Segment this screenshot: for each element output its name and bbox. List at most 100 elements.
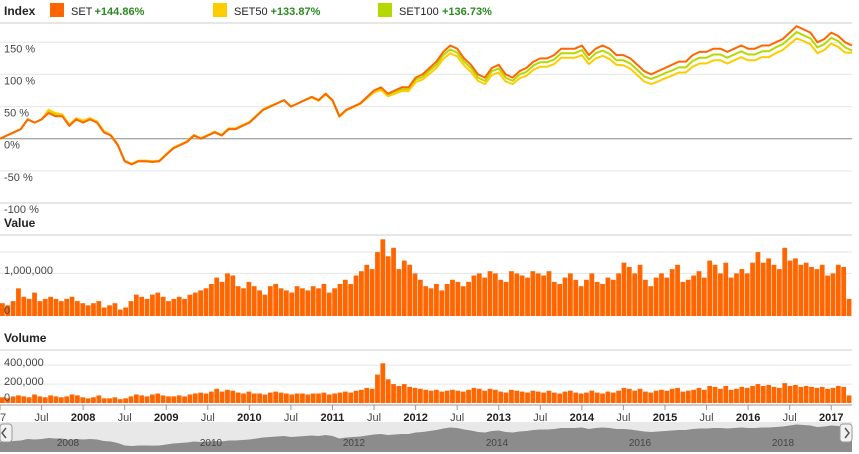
value-bar	[123, 307, 129, 316]
value-bar	[659, 273, 664, 316]
value-bar	[605, 277, 611, 316]
navigator-left-handle[interactable]	[0, 423, 13, 443]
volume-bar	[691, 389, 697, 404]
volume-bar	[48, 395, 53, 403]
value-bar	[198, 290, 204, 316]
value-bar	[519, 275, 525, 316]
volume-bar	[605, 391, 611, 403]
value-bar	[294, 286, 300, 316]
stock-index-chart: Index SET +144.86% SET50 +133.87% SET100 +136…	[0, 3, 853, 452]
value-bar	[284, 290, 289, 316]
volume-bar	[385, 379, 391, 403]
value-bar	[450, 279, 455, 316]
volume-bar	[503, 392, 509, 403]
value-bar	[128, 301, 134, 316]
value-bar	[101, 307, 107, 316]
value-bar	[412, 273, 418, 316]
index-panel: Index SET +144.86% SET50 +133.87% SET100 +136…	[0, 3, 853, 216]
value-bar	[530, 271, 536, 316]
volume-bar	[648, 392, 654, 403]
volume-bar	[803, 386, 809, 403]
volume-bar	[734, 388, 739, 403]
volume-bar	[616, 390, 621, 403]
value-bar	[96, 301, 102, 316]
volume-bar	[380, 363, 386, 404]
value-title: Value	[4, 216, 36, 230]
value-bar	[150, 294, 155, 316]
volume-bar	[284, 393, 289, 403]
volume-title: Volume	[4, 331, 47, 345]
value-bar	[401, 260, 407, 316]
value-bar	[310, 286, 316, 316]
volume-bar	[26, 397, 32, 403]
value-bar	[482, 277, 488, 316]
index-tick-3: 0%	[4, 140, 20, 152]
value-bar	[348, 284, 354, 316]
value-bar	[664, 277, 670, 316]
volume-bar	[289, 394, 295, 403]
legend-label-1[interactable]: SET50	[234, 6, 268, 18]
volume-tick-400k: 400,000	[4, 357, 44, 369]
legend-label-2[interactable]: SET100	[399, 6, 439, 18]
value-bar	[825, 275, 830, 316]
volume-bar	[423, 389, 429, 404]
value-bar	[241, 288, 246, 316]
volume-bar	[214, 388, 220, 403]
value-bar	[337, 284, 343, 316]
value-bar	[262, 294, 268, 316]
volume-bar	[96, 395, 102, 403]
index-line-set100	[0, 31, 853, 166]
volume-bar	[300, 393, 305, 403]
value-bar	[225, 273, 230, 316]
volume-bar	[123, 398, 129, 403]
volume-bar	[471, 387, 477, 403]
value-bar	[187, 294, 193, 316]
value-bar	[680, 281, 686, 316]
legend-swatch-2	[378, 3, 392, 17]
volume-bar	[814, 387, 820, 403]
value-bar	[776, 269, 782, 316]
volume-bar	[64, 396, 70, 403]
volume-bar	[819, 386, 825, 403]
volume-bar	[760, 386, 766, 403]
value-bar	[42, 298, 48, 316]
volume-bar	[80, 397, 86, 403]
value-bar	[267, 286, 273, 316]
volume-bar	[305, 394, 311, 403]
volume-bar	[407, 386, 413, 403]
volume-bar	[487, 388, 493, 403]
volume-bar	[128, 396, 134, 403]
value-bar	[835, 264, 841, 316]
volume-bar	[85, 398, 91, 403]
value-bar	[509, 271, 514, 316]
navigator[interactable]: 2008 2010 2012 2014 2016 2018	[0, 422, 853, 452]
value-bar	[557, 284, 563, 316]
value-bar	[760, 262, 766, 316]
value-bar	[155, 292, 161, 316]
value-bar	[428, 288, 434, 316]
volume-panel: Volume 400,000 200,000 0	[0, 331, 852, 404]
volume-bar	[332, 393, 337, 403]
value-bar	[353, 275, 359, 316]
volume-bar	[166, 396, 171, 403]
legend-label-0[interactable]: SET	[71, 6, 93, 18]
volume-bar	[375, 374, 380, 403]
value-bar	[21, 296, 27, 316]
volume-bar	[37, 396, 43, 403]
x-axis-labels: 07Jul2008Jul2009Jul2010Jul2011Jul2012Jul…	[0, 405, 843, 424]
navigator-label-3: 2014	[486, 438, 509, 449]
value-bar	[455, 281, 461, 316]
volume-bar	[176, 395, 182, 403]
value-bar	[192, 292, 198, 316]
value-bar	[471, 275, 477, 316]
volume-bar	[771, 386, 777, 403]
navigator-right-handle[interactable]	[839, 423, 853, 443]
value-bar	[589, 273, 595, 316]
volume-bar	[257, 393, 262, 403]
value-bar	[787, 260, 793, 316]
legend-change-2: +136.73%	[442, 6, 492, 18]
volume-bar	[321, 392, 327, 403]
value-bar	[417, 279, 423, 316]
value-bar	[385, 256, 391, 316]
volume-bar	[600, 393, 605, 403]
